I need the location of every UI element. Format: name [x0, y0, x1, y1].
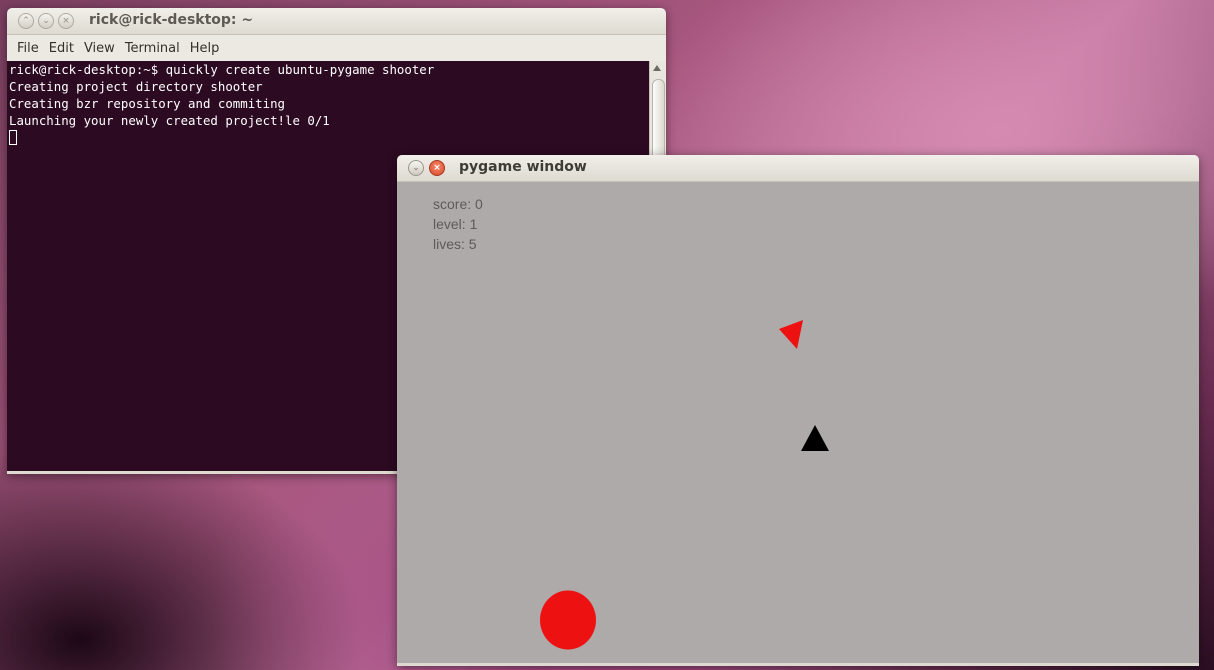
game-canvas[interactable]: score: 0 level: 1 lives: 5: [397, 182, 1199, 663]
player-ship: [801, 425, 829, 451]
minimize-icon[interactable]: ⌄: [408, 160, 424, 176]
scroll-up-icon[interactable]: [653, 65, 661, 71]
scroll-thumb[interactable]: [652, 79, 665, 161]
pygame-bottom-border: [397, 663, 1199, 666]
pygame-window[interactable]: ⌄ × pygame window score: 0 level: 1 live…: [397, 155, 1199, 666]
menu-terminal[interactable]: Terminal: [120, 41, 185, 56]
level-label: level: 1: [433, 216, 478, 232]
terminal-title: rick@rick-desktop: ~: [89, 12, 254, 28]
lives-label: lives: 5: [433, 236, 477, 252]
close-icon[interactable]: ×: [429, 160, 445, 176]
menu-help[interactable]: Help: [185, 41, 225, 56]
terminal-line: Creating project directory shooter: [9, 79, 263, 94]
pygame-title: pygame window: [459, 159, 587, 175]
enemy-ship: [779, 320, 803, 349]
score-label: score: 0: [433, 196, 483, 212]
close-icon[interactable]: ×: [58, 13, 74, 29]
pygame-titlebar[interactable]: ⌄ × pygame window: [397, 155, 1199, 182]
terminal-line: Launching your newly created project!le …: [9, 113, 330, 128]
menu-view[interactable]: View: [79, 41, 120, 56]
terminal-menubar: File Edit View Terminal Help: [7, 35, 666, 62]
menu-edit[interactable]: Edit: [44, 41, 79, 56]
terminal-line: rick@rick-desktop:~$ quickly create ubun…: [9, 62, 435, 77]
maximize-icon[interactable]: ⌃: [18, 13, 34, 29]
menu-file[interactable]: File: [12, 41, 44, 56]
minimize-icon[interactable]: ⌄: [38, 13, 54, 29]
terminal-line: Creating bzr repository and commiting: [9, 96, 286, 111]
enemy-ball: [540, 590, 596, 650]
terminal-titlebar[interactable]: ⌃ ⌄ × rick@rick-desktop: ~: [7, 8, 666, 35]
terminal-cursor: [9, 130, 17, 145]
